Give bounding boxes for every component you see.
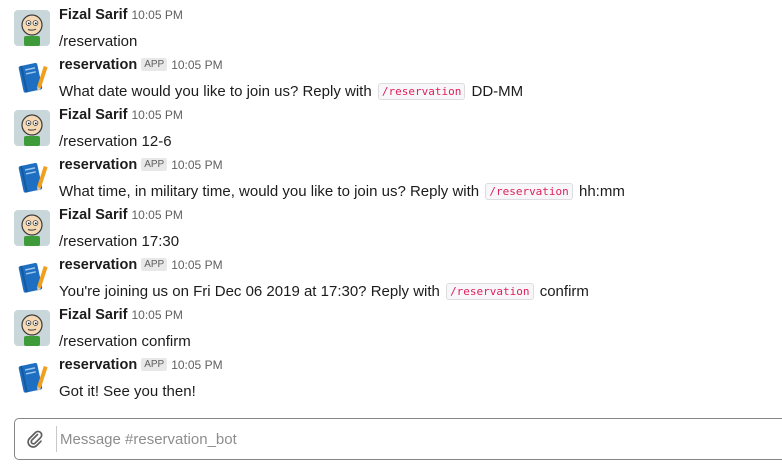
message-text-segment: hh:mm: [574, 183, 625, 200]
app-badge: APP: [141, 58, 168, 71]
composer-divider: [56, 426, 57, 452]
timestamp[interactable]: 10:05 PM: [171, 158, 222, 172]
message-header: reservation APP 10:05 PM: [59, 255, 223, 275]
message-text-segment: What time, in military time, would you l…: [59, 183, 484, 200]
inline-code: /reservation: [485, 183, 573, 200]
message-composer[interactable]: [14, 418, 782, 460]
message-text: What time, in military time, would you l…: [59, 181, 625, 203]
sender-name[interactable]: reservation: [59, 357, 137, 373]
inline-code: /reservation: [377, 83, 466, 100]
message-text: /reservation 12-6: [59, 131, 172, 153]
bot-notebook-icon[interactable]: [14, 160, 50, 196]
message: Fizal Sarif 10:05 PM/reservation 17:30: [0, 204, 782, 254]
message-text: /reservation 17:30: [59, 231, 179, 253]
app-badge: APP: [141, 358, 168, 371]
user-avatar-icon[interactable]: [14, 110, 50, 146]
message-text: /reservation: [59, 31, 137, 53]
message-text-segment: /reservation confirm: [59, 333, 191, 350]
timestamp[interactable]: 10:05 PM: [171, 358, 222, 372]
message-text-segment: Got it! See you then!: [59, 383, 196, 400]
sender-name[interactable]: Fizal Sarif: [59, 207, 128, 223]
message-text: You're joining us on Fri Dec 06 2019 at …: [59, 281, 589, 303]
message-text-segment: What date would you like to join us? Rep…: [59, 83, 376, 100]
sender-name[interactable]: reservation: [59, 57, 137, 73]
user-avatar-icon[interactable]: [14, 10, 50, 46]
message-header: Fizal Sarif 10:05 PM: [59, 205, 183, 225]
sender-name[interactable]: reservation: [59, 157, 137, 173]
message-header: Fizal Sarif 10:05 PM: [59, 305, 183, 325]
message-header: Fizal Sarif 10:05 PM: [59, 105, 183, 125]
user-avatar-icon[interactable]: [14, 310, 50, 346]
message-text: Got it! See you then!: [59, 381, 196, 403]
message: reservation APP 10:05 PM What date would yo…: [0, 54, 782, 104]
message-text-segment: confirm: [535, 283, 589, 300]
sender-name[interactable]: Fizal Sarif: [59, 307, 128, 323]
message-input[interactable]: [58, 427, 760, 451]
message: reservation APP 10:05 PM What time, in mili…: [0, 154, 782, 204]
inline-code: /reservation: [446, 283, 534, 300]
message-header: Fizal Sarif 10:05 PM: [59, 5, 183, 25]
timestamp[interactable]: 10:05 PM: [132, 308, 183, 322]
bot-notebook-icon[interactable]: [14, 60, 50, 96]
message: reservation APP 10:05 PM You're joining us …: [0, 254, 782, 304]
message-header: reservation APP 10:05 PM: [59, 155, 223, 175]
message-text-segment: /reservation 17:30: [59, 233, 180, 250]
message-header: reservation APP 10:05 PM: [59, 55, 223, 75]
message-text: What date would you like to join us? Rep…: [59, 81, 523, 103]
app-badge: APP: [141, 258, 168, 271]
bot-notebook-icon[interactable]: [14, 360, 50, 396]
timestamp[interactable]: 10:05 PM: [171, 258, 222, 272]
app-badge: APP: [141, 158, 168, 171]
message-text-segment: DD-MM: [467, 83, 524, 100]
bot-notebook-icon[interactable]: [14, 260, 50, 296]
message-header: reservation APP 10:05 PM: [59, 355, 223, 375]
sender-name[interactable]: reservation: [59, 257, 137, 273]
message-text-segment: /reservation 12-6: [59, 133, 172, 150]
message-text: /reservation confirm: [59, 331, 191, 353]
sender-name[interactable]: Fizal Sarif: [59, 7, 128, 23]
user-avatar-icon[interactable]: [14, 210, 50, 246]
message: Fizal Sarif 10:05 PM/reservation 12-6: [0, 104, 782, 154]
timestamp[interactable]: 10:05 PM: [132, 8, 183, 22]
timestamp[interactable]: 10:05 PM: [132, 208, 183, 222]
message: reservation APP 10:05 PM Got it! See you th…: [0, 354, 782, 404]
timestamp[interactable]: 10:05 PM: [132, 108, 183, 122]
sender-name[interactable]: Fizal Sarif: [59, 107, 128, 123]
message: Fizal Sarif 10:05 PM/reservation: [0, 4, 782, 54]
message-text-segment: /reservation: [59, 33, 138, 50]
message: Fizal Sarif 10:05 PM/reservation confirm: [0, 304, 782, 354]
message-text-segment: You're joining us on Fri Dec 06 2019 at …: [59, 283, 445, 300]
paperclip-icon[interactable]: [25, 429, 45, 449]
timestamp[interactable]: 10:05 PM: [171, 58, 222, 72]
